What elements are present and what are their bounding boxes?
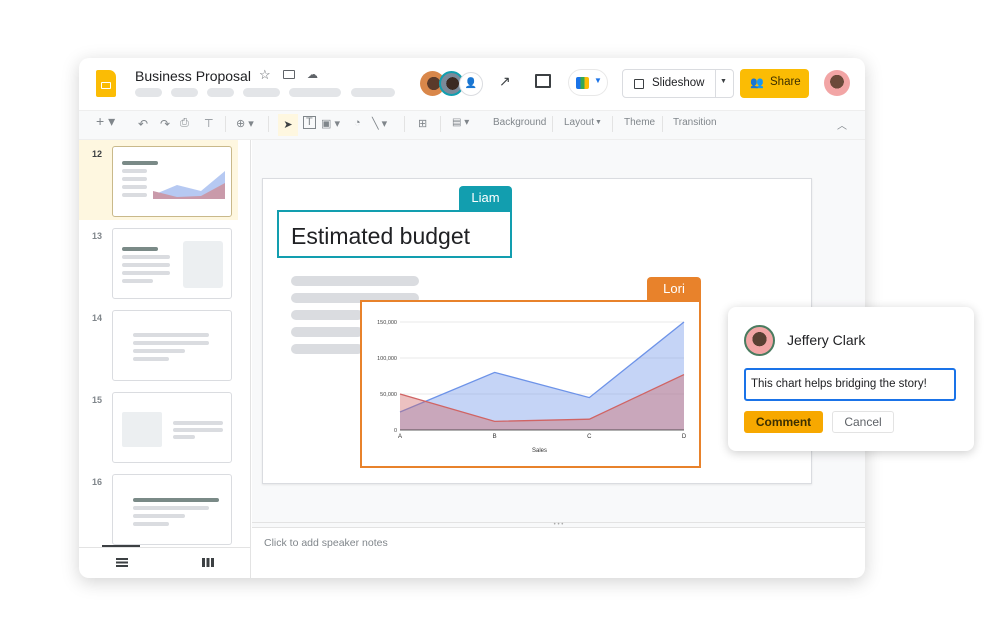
- collaborator-tag-lori: Lori: [647, 277, 701, 301]
- slide-number: 12: [92, 149, 103, 159]
- background-button[interactable]: Background: [493, 117, 546, 128]
- print-icon[interactable]: ⎙: [180, 117, 189, 130]
- slideshow-label: Slideshow: [652, 77, 705, 89]
- commenter-avatar: [744, 325, 775, 356]
- slide-thumbnail-15[interactable]: [112, 392, 232, 463]
- x-axis-label: Sales: [532, 448, 548, 454]
- people-icon: 👥: [750, 77, 764, 89]
- commenter-name: Jeffery Clark: [787, 332, 866, 348]
- placeholder-text-line: [291, 310, 363, 320]
- collapse-toolbar-icon[interactable]: ︿: [837, 117, 847, 132]
- slide-thumbnail-13[interactable]: [112, 228, 232, 299]
- document-title[interactable]: Business Proposal: [135, 68, 251, 84]
- menu-item[interactable]: [135, 88, 162, 97]
- redo-icon[interactable]: ↷: [160, 117, 170, 131]
- slide-number: 16: [92, 477, 103, 487]
- comment-card: Jeffery Clark This chart helps bridging …: [728, 307, 974, 451]
- y-tick-label: 0: [394, 428, 397, 434]
- thumbnail-chart: [153, 171, 225, 199]
- image-icon[interactable]: ▣ ▾: [321, 117, 340, 130]
- x-tick-label: D: [682, 434, 687, 440]
- layout-thumb-icon[interactable]: ▤ ▾: [452, 117, 469, 128]
- placeholder-text-line: [291, 327, 363, 337]
- x-tick-label: A: [398, 434, 402, 440]
- meet-icon: [576, 77, 589, 89]
- filmstrip: 12 13 14 15 16: [79, 140, 251, 578]
- select-tool-icon[interactable]: ➤: [278, 114, 298, 136]
- filmstrip-view-icon[interactable]: [116, 558, 128, 567]
- chevron-down-icon: ▼: [594, 76, 602, 85]
- slide-thumbnail-16[interactable]: [112, 474, 232, 545]
- layout-dropdown-icon[interactable]: ▼: [595, 119, 602, 126]
- layout-button[interactable]: Layout: [564, 117, 594, 128]
- comment-input[interactable]: This chart helps bridging the story!: [744, 368, 956, 401]
- zoom-icon[interactable]: ⊕ ▾: [236, 117, 254, 130]
- text-box-icon[interactable]: T: [303, 116, 316, 129]
- share-button[interactable]: 👥 Share: [740, 69, 809, 98]
- y-tick-label: 100,000: [377, 356, 397, 362]
- comment-submit-button[interactable]: Comment: [744, 411, 823, 433]
- star-icon[interactable]: ☆: [259, 67, 271, 83]
- share-label: Share: [770, 76, 801, 88]
- insert-comment-icon[interactable]: ⊞: [418, 117, 427, 130]
- menu-item[interactable]: [351, 88, 395, 97]
- account-avatar[interactable]: [824, 70, 850, 96]
- theme-button[interactable]: Theme: [624, 117, 655, 128]
- activity-trend-icon[interactable]: ↗: [499, 73, 511, 90]
- more-viewers-icon[interactable]: 👤: [459, 72, 483, 96]
- meet-button[interactable]: ▼: [568, 69, 608, 96]
- speaker-notes[interactable]: Click to add speaker notes: [264, 537, 388, 549]
- slide-number: 14: [92, 313, 103, 323]
- line-icon[interactable]: ╲ ▾: [372, 117, 387, 130]
- y-tick-label: 150,000: [377, 320, 397, 326]
- slideshow-dropdown-icon[interactable]: ▼: [720, 78, 727, 85]
- slide-title: Estimated budget: [291, 223, 471, 249]
- chart-box[interactable]: 0 50,000 100,000 150,000 A B C D Sales: [360, 300, 701, 468]
- comment-cancel-button[interactable]: Cancel: [832, 411, 894, 433]
- paint-format-icon[interactable]: ⊤: [204, 117, 214, 130]
- menu-item[interactable]: [171, 88, 198, 97]
- new-slide-icon[interactable]: + ▾: [96, 113, 115, 130]
- x-tick-label: B: [493, 434, 497, 440]
- present-icon: [634, 79, 644, 89]
- shape-icon[interactable]: ◔: [354, 117, 361, 129]
- undo-icon[interactable]: ↶: [138, 117, 148, 131]
- slides-logo-icon[interactable]: [96, 70, 116, 97]
- menu-item[interactable]: [243, 88, 280, 97]
- slide-thumbnail-14[interactable]: [112, 310, 232, 381]
- comments-icon[interactable]: [535, 74, 551, 88]
- placeholder-text-line: [291, 276, 419, 286]
- menu-item[interactable]: [207, 88, 234, 97]
- grid-view-icon[interactable]: [202, 558, 214, 567]
- placeholder-text-line: [291, 344, 363, 354]
- move-folder-icon[interactable]: [283, 70, 295, 79]
- slide-number: 15: [92, 395, 103, 405]
- slide-thumbnail-12[interactable]: [112, 146, 232, 217]
- transition-button[interactable]: Transition: [673, 117, 717, 128]
- y-tick-label: 50,000: [380, 392, 397, 398]
- area-chart: 0 50,000 100,000 150,000 A B C D: [377, 320, 687, 440]
- cloud-status-icon[interactable]: ☁: [307, 68, 318, 81]
- slideshow-button[interactable]: Slideshow ▼: [622, 69, 734, 98]
- slide-number: 13: [92, 231, 103, 241]
- menu-item[interactable]: [289, 88, 341, 97]
- notes-divider[interactable]: • • •: [252, 522, 865, 528]
- collaborator-tag-liam: Liam: [459, 186, 512, 210]
- x-tick-label: C: [587, 434, 592, 440]
- toolbar: [79, 110, 865, 140]
- slide-title-box[interactable]: Estimated budget: [277, 210, 512, 258]
